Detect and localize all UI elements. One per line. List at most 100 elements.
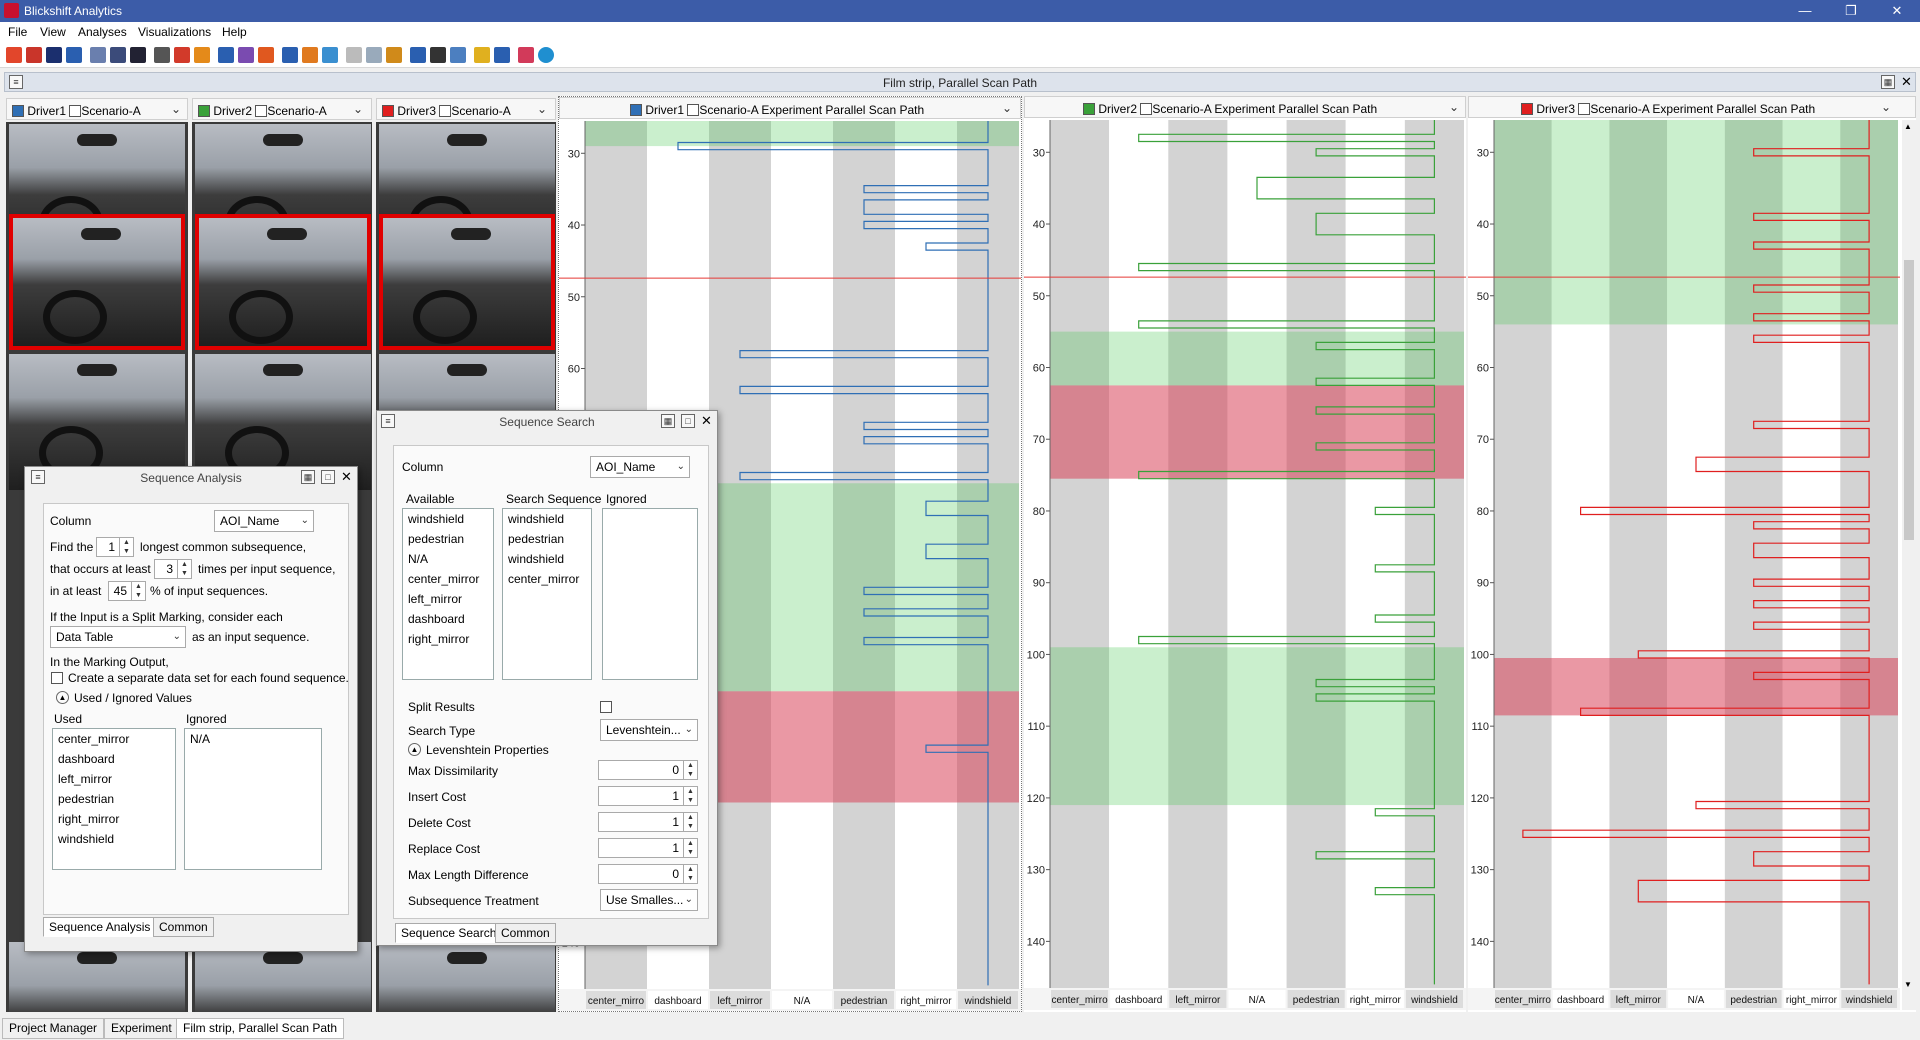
maximize-button[interactable]: ❐ <box>1828 0 1874 22</box>
checkbox-icon[interactable] <box>1578 103 1591 115</box>
save-icon[interactable] <box>66 47 82 63</box>
list-item[interactable]: right_mirror <box>403 629 493 649</box>
search-sequence-list[interactable]: windshield pedestrian windshield center_… <box>502 508 592 680</box>
dialog-close-icon[interactable]: ✕ <box>701 413 712 429</box>
list-item[interactable]: windshield <box>503 509 591 529</box>
checkbox-icon[interactable] <box>1140 103 1153 115</box>
chevron-down-icon[interactable]: ⌄ <box>171 102 181 116</box>
dialog-options-icon[interactable]: ▦ <box>661 414 675 428</box>
chevron-down-icon[interactable]: ⌄ <box>537 102 547 116</box>
vertical-scrollbar[interactable]: ▲ ▼ <box>1902 120 1916 1010</box>
sort-icon[interactable] <box>130 47 146 63</box>
timeline-icon[interactable] <box>238 47 254 63</box>
stepper-down-icon[interactable]: ▼ <box>131 591 145 600</box>
menu-view[interactable]: View <box>40 25 66 39</box>
list-item[interactable]: left_mirror <box>403 589 493 609</box>
tab-experiment[interactable]: Experiment <box>104 1018 179 1039</box>
tab-film-strip[interactable]: Film strip, Parallel Scan Path <box>176 1018 345 1039</box>
dock-close-icon[interactable]: ✕ <box>1901 74 1912 90</box>
list-item[interactable]: dashboard <box>53 749 175 769</box>
column-select[interactable]: AOI_Name ⌄ <box>214 510 314 532</box>
video-frame[interactable] <box>379 942 555 1012</box>
matrix-icon[interactable] <box>450 47 466 63</box>
scatter-icon[interactable] <box>282 47 298 63</box>
chevron-down-icon[interactable]: ⌄ <box>353 102 363 116</box>
stepper-down-icon[interactable]: ▼ <box>683 822 697 831</box>
used-list[interactable]: center_mirror dashboard left_mirror pede… <box>52 728 176 870</box>
transition-icon[interactable] <box>366 47 382 63</box>
find-count-stepper[interactable]: 1 ▲ ▼ <box>96 537 134 557</box>
delete-cost-stepper[interactable]: 1 ▲ ▼ <box>598 812 698 832</box>
heatmap-icon[interactable] <box>474 47 490 63</box>
filter-icon[interactable] <box>90 47 106 63</box>
minimize-button[interactable]: — <box>1782 0 1828 22</box>
stepper-up-icon[interactable]: ▲ <box>683 761 697 770</box>
tab-common[interactable]: Common <box>153 917 214 937</box>
stepper-down-icon[interactable]: ▼ <box>683 848 697 857</box>
dialog-options-icon[interactable]: ▦ <box>301 470 315 484</box>
scanpath-header-3[interactable]: Driver3 Scenario-A Experiment Parallel S… <box>1468 96 1916 118</box>
dialog-maximize-icon[interactable]: □ <box>321 470 335 484</box>
stepper-down-icon[interactable]: ▼ <box>119 547 133 556</box>
dialog-close-icon[interactable]: ✕ <box>341 469 352 485</box>
column-select[interactable]: AOI_Name ⌄ <box>590 456 690 478</box>
list-item[interactable]: windshield <box>53 829 175 849</box>
stepper-up-icon[interactable]: ▲ <box>683 787 697 796</box>
replace-cost-stepper[interactable]: 1 ▲ ▼ <box>598 838 698 858</box>
stepper-up-icon[interactable]: ▲ <box>177 560 191 569</box>
list-item[interactable]: pedestrian <box>503 529 591 549</box>
video-frame-selected[interactable] <box>195 214 371 350</box>
stepper-up-icon[interactable]: ▲ <box>683 813 697 822</box>
dock-options-icon[interactable]: ▦ <box>1881 75 1895 89</box>
new-project-icon[interactable] <box>6 47 22 63</box>
ignored-list[interactable]: N/A <box>184 728 322 870</box>
split-results-checkbox[interactable] <box>600 701 612 713</box>
chevron-down-icon[interactable]: ⌄ <box>1449 100 1459 114</box>
table-icon[interactable] <box>410 47 426 63</box>
menu-analyses[interactable]: Analyses <box>78 25 127 39</box>
list-item[interactable]: N/A <box>403 549 493 569</box>
ignored-list[interactable] <box>602 508 698 680</box>
scanpath-chart-2[interactable]: 30 40 50 60 70 80 90 100 110 120 130 140 center_mirr… <box>1024 120 1466 1010</box>
grid-icon[interactable] <box>430 47 446 63</box>
checkbox-icon[interactable] <box>69 105 82 117</box>
list-item[interactable]: center_mirror <box>503 569 591 589</box>
stepper-up-icon[interactable]: ▲ <box>131 582 145 591</box>
stepper-up-icon[interactable]: ▲ <box>683 865 697 874</box>
parallel-icon[interactable] <box>346 47 362 63</box>
scanpath-chart-3[interactable]: 30 40 50 60 70 80 90 100 110 120 130 140 center_mirr… <box>1468 120 1900 1010</box>
sequence-icon[interactable] <box>258 47 274 63</box>
split-select[interactable]: Data Table ⌄ <box>50 626 186 648</box>
dialog-maximize-icon[interactable]: □ <box>681 414 695 428</box>
list-item[interactable]: left_mirror <box>53 769 175 789</box>
about-icon[interactable] <box>538 47 554 63</box>
marking-icon[interactable] <box>194 47 210 63</box>
occurs-stepper[interactable]: 3 ▲ ▼ <box>154 559 192 579</box>
scanpath-header-1[interactable]: Driver1 Scenario-A Experiment Parallel S… <box>559 97 1021 119</box>
stepper-down-icon[interactable]: ▼ <box>683 796 697 805</box>
tab-project-manager[interactable]: Project Manager <box>2 1018 105 1039</box>
query-icon[interactable] <box>110 47 126 63</box>
aoi-icon[interactable] <box>174 47 190 63</box>
create-separate-checkbox[interactable] <box>51 672 63 684</box>
filmstrip-header-3[interactable]: Driver3 Scenario-A ⌄ <box>376 98 556 120</box>
funnel-icon[interactable] <box>218 47 234 63</box>
max-length-difference-stepper[interactable]: 0 ▲ ▼ <box>598 864 698 884</box>
max-dissimilarity-stepper[interactable]: 0 ▲ ▼ <box>598 760 698 780</box>
list-item[interactable]: N/A <box>185 729 321 749</box>
insert-cost-stepper[interactable]: 1 ▲ ▼ <box>598 786 698 806</box>
list-item[interactable]: right_mirror <box>53 809 175 829</box>
filmstrip-header-1[interactable]: Driver1 Scenario-A ⌄ <box>6 98 188 120</box>
search-type-select[interactable]: Levenshtein... ⌄ <box>600 719 698 741</box>
histogram-icon[interactable] <box>386 47 402 63</box>
stepper-down-icon[interactable]: ▼ <box>683 874 697 883</box>
menu-file[interactable]: File <box>8 25 27 39</box>
menu-help[interactable]: Help <box>222 25 247 39</box>
list-item[interactable]: pedestrian <box>53 789 175 809</box>
collapse-icon[interactable]: ▲ <box>408 743 421 756</box>
scroll-up-icon[interactable]: ▲ <box>1904 122 1912 131</box>
open-project-icon[interactable] <box>26 47 42 63</box>
statistics-icon[interactable] <box>154 47 170 63</box>
video-frame[interactable] <box>195 942 371 1012</box>
chart-icon[interactable] <box>494 47 510 63</box>
